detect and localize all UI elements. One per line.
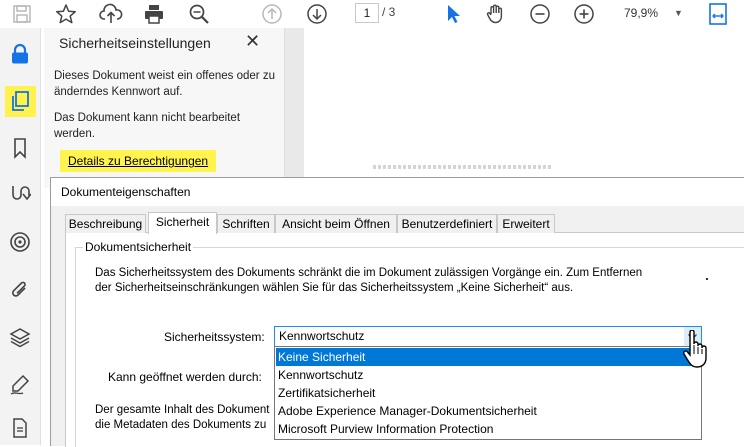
content-text-line: Der gesamte Inhalt des Dokument	[95, 404, 270, 416]
tab-advanced[interactable]: Erweitert	[497, 214, 555, 233]
close-icon[interactable]: ✕	[245, 31, 260, 52]
security-system-label: Sicherheitssystem:	[164, 330, 265, 344]
edit-restriction-text: Das Dokument kann nicht bearbeitet werde…	[54, 112, 241, 140]
tab-initial-view[interactable]: Ansicht beim Öffnen	[275, 214, 397, 233]
hand-pointer-cursor-icon	[682, 329, 708, 373]
print-icon[interactable]	[142, 2, 166, 26]
tab-fonts[interactable]: Schriften	[217, 214, 275, 233]
page-total: / 3	[382, 5, 396, 19]
tab-description[interactable]: Beschreibung	[65, 214, 146, 233]
option-label: Adobe Experience Manager-Dokumentsicherh…	[278, 404, 537, 418]
security-system-select[interactable]: Kennwortschutz	[274, 326, 702, 347]
signature-pen-icon[interactable]	[8, 372, 32, 396]
tab-custom[interactable]: Benutzerdefiniert	[397, 214, 497, 233]
option-label: Microsoft Purview Information Protection	[278, 422, 494, 436]
dropdown-option-purview[interactable]: Microsoft Purview Information Protection	[276, 420, 700, 438]
zoom-out-icon[interactable]	[528, 2, 552, 26]
left-tool-rail	[0, 28, 41, 445]
previous-page-icon[interactable]	[260, 2, 284, 26]
dialog-title: Dokumenteigenschaften	[61, 185, 191, 199]
document-properties-dialog: Dokumenteigenschaften Beschreibung Siche…	[50, 177, 744, 447]
next-page-icon[interactable]	[305, 2, 329, 26]
dropdown-option-certificate[interactable]: Zertifikatsicherheit	[276, 384, 700, 402]
document-icon[interactable]	[8, 416, 32, 440]
panel-title: Sicherheitseinstellungen	[59, 35, 211, 51]
hand-tool-icon[interactable]	[484, 2, 508, 26]
select-cursor-icon[interactable]	[441, 2, 465, 26]
can-open-label: Kann geöffnet werden durch:	[108, 370, 262, 384]
content-text-line: die Metadaten des Dokuments zu	[95, 419, 267, 431]
lock-icon[interactable]	[8, 42, 32, 66]
option-label: Kennwortschutz	[278, 368, 364, 382]
security-settings-panel: Sicherheitseinstellungen ✕ Dieses Dokume…	[44, 28, 285, 188]
save-icon[interactable]	[10, 2, 34, 26]
dropdown-option-password[interactable]: Kennwortschutz	[276, 366, 700, 384]
top-toolbar: 1 / 3 79,9% ▼	[0, 0, 744, 28]
zoom-select[interactable]: 79,9% ▼	[616, 3, 688, 23]
content-encryption-text: Der gesamte Inhalt des Dokument die Meta…	[95, 403, 281, 433]
dropdown-option-aem[interactable]: Adobe Experience Manager-Dokumentsicherh…	[276, 402, 700, 420]
permission-details-highlight: Details zu Berechtigungen	[60, 150, 217, 172]
permission-details-link[interactable]: Details zu Berechtigungen	[68, 154, 208, 168]
tab-security[interactable]: Sicherheit	[148, 212, 217, 234]
attachment-icon[interactable]	[8, 278, 32, 302]
option-label: Zertifikatsicherheit	[278, 386, 376, 400]
dialog-titlebar[interactable]: Dokumenteigenschaften	[51, 178, 744, 206]
target-icon[interactable]	[8, 230, 32, 254]
password-info-text: Dieses Dokument weist ein offenes oder z…	[54, 70, 275, 98]
fit-page-icon[interactable]	[706, 2, 730, 26]
star-icon[interactable]	[54, 2, 78, 26]
layers-icon[interactable]	[8, 325, 32, 349]
chevron-down-icon: ▼	[674, 8, 683, 18]
stray-dot	[706, 278, 708, 280]
zoom-search-icon[interactable]	[187, 2, 211, 26]
security-system-dropdown-list: Keine Sicherheit Kennwortschutz Zertifik…	[274, 346, 702, 440]
security-description: Das Sicherheitssystem des Dokuments schr…	[95, 267, 643, 294]
group-label: Dokumentsicherheit	[83, 240, 194, 254]
faint-document-text	[373, 165, 553, 169]
security-system-value: Kennwortschutz	[279, 329, 365, 343]
zoom-in-icon[interactable]	[572, 2, 596, 26]
bookmark-icon[interactable]	[8, 136, 32, 160]
option-label: Keine Sicherheit	[278, 350, 366, 364]
page-number-input[interactable]: 1	[355, 3, 379, 23]
pages-icon[interactable]	[8, 89, 32, 113]
zoom-value: 79,9%	[624, 6, 659, 20]
link-arrow-icon[interactable]	[8, 182, 32, 206]
dropdown-option-no-security[interactable]: Keine Sicherheit	[276, 348, 700, 366]
cloud-upload-icon[interactable]	[99, 2, 123, 26]
